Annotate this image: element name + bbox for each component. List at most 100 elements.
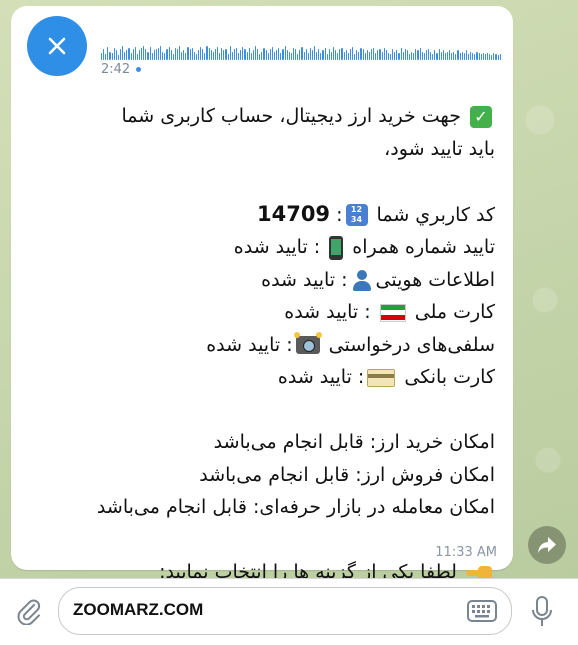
waveform-bar xyxy=(183,50,185,60)
message-line-intro: ✓ جهت خرید ارز دیجیتال، حساب کاربری شما xyxy=(25,100,495,133)
waveform-bar xyxy=(210,50,212,60)
user-id-value: 14709 xyxy=(256,201,331,226)
waveform-bar xyxy=(240,50,242,60)
waveform-bar xyxy=(111,52,113,60)
bank-card-status: : تایید شده xyxy=(277,366,365,388)
waveform-bar xyxy=(326,54,328,60)
waveform-bar xyxy=(299,50,301,60)
waveform-bar xyxy=(478,52,480,60)
waveform-bar xyxy=(290,52,292,60)
waveform-bar xyxy=(316,51,318,60)
waveform-bar xyxy=(132,49,134,60)
waveform-bar xyxy=(394,51,396,60)
waveform-bar xyxy=(181,51,183,60)
waveform-bar xyxy=(155,49,157,60)
waveform-bar xyxy=(244,49,246,60)
waveform-bar xyxy=(138,50,141,60)
waveform-bar xyxy=(206,45,208,60)
selfie-status: : تایید شده xyxy=(206,333,293,356)
waveform-bar xyxy=(347,52,349,60)
waveform-bar xyxy=(176,49,179,60)
waveform-bar xyxy=(474,54,476,60)
national-card-line: کارت ملی : تایید شده xyxy=(25,296,495,329)
waveform-bar xyxy=(145,49,147,60)
phone-status: : تایید شده xyxy=(233,236,321,258)
user-id-line: کد کاربري شما 12 34: 14709 xyxy=(256,201,495,226)
person-icon xyxy=(351,269,373,291)
buy-text: امکان خرید ارز: قابل انجام می‌باشد xyxy=(213,431,495,453)
waveform-bar xyxy=(495,54,497,60)
waveform-bar xyxy=(185,52,187,60)
waveform-bar xyxy=(427,49,430,60)
waveform-bar xyxy=(320,52,322,60)
message-input[interactable]: ZOOMARZ.COM xyxy=(58,587,512,635)
waveform-bar xyxy=(371,49,373,60)
waveform-bar xyxy=(101,52,103,60)
waveform-bar xyxy=(451,52,453,60)
waveform-bar xyxy=(455,54,457,60)
waveform-bar xyxy=(109,51,111,60)
waveform-bar xyxy=(406,50,408,60)
waveform-bar xyxy=(349,49,352,60)
waveform-bar xyxy=(143,45,145,60)
attach-button[interactable] xyxy=(10,592,48,630)
cancel-voice-button[interactable] xyxy=(27,16,87,76)
waveform-bar xyxy=(278,48,280,60)
waveform-bar xyxy=(352,46,354,60)
waveform-bar xyxy=(212,51,214,60)
waveform-bar xyxy=(463,52,465,60)
waveform-bar xyxy=(288,51,290,60)
waveform-bar xyxy=(330,51,333,60)
waveform-bar xyxy=(314,45,316,60)
waveform-bar xyxy=(271,46,273,60)
waveform-bar xyxy=(453,51,455,60)
waveform-bar xyxy=(324,48,326,60)
waveform-bar xyxy=(248,48,250,60)
waveform-bar xyxy=(164,52,166,60)
waveform-bar xyxy=(375,52,377,60)
waveform-bar xyxy=(174,48,176,60)
waveform-bar xyxy=(126,50,128,60)
voice-record-button[interactable] xyxy=(522,592,562,632)
waveform-bar xyxy=(122,45,124,60)
waveform-bar xyxy=(257,49,259,60)
waveform-bar xyxy=(187,46,189,60)
waveform-bar xyxy=(417,50,419,60)
waveform-bar xyxy=(383,48,385,60)
waveform-bar xyxy=(408,54,411,60)
waveform-bar xyxy=(389,54,392,60)
waveform-bar xyxy=(204,52,206,60)
waveform-bar xyxy=(170,50,172,60)
waveform-bar xyxy=(404,49,406,60)
waveform-bar xyxy=(491,55,493,60)
waveform-bar xyxy=(172,54,174,60)
waveform-bar xyxy=(134,46,136,60)
waveform-bar xyxy=(385,50,387,60)
waveform-bar xyxy=(432,54,434,60)
waveform-bar xyxy=(328,49,330,60)
waveform-bar xyxy=(229,45,231,60)
waveform-bar xyxy=(459,52,461,60)
waveform-bar xyxy=(468,54,470,60)
identity-label: اطلاعات هویتی xyxy=(375,268,495,291)
waveform-bar xyxy=(419,48,421,60)
numbers-icon: 12 34 xyxy=(345,204,368,226)
waveform-bar xyxy=(339,49,341,60)
waveform-bar xyxy=(124,51,126,60)
waveform-bar xyxy=(303,51,305,60)
bank-card-label: کارت بانکی xyxy=(404,366,495,388)
waveform-bar xyxy=(162,51,164,60)
voice-waveform[interactable] xyxy=(101,28,501,60)
waveform-bar xyxy=(147,51,149,60)
share-button[interactable] xyxy=(528,526,566,564)
message-line-intro-2: باید تایید شود، xyxy=(25,133,495,166)
waveform-bar xyxy=(354,54,356,60)
waveform-bar xyxy=(379,49,381,60)
keyboard-button[interactable] xyxy=(465,597,499,625)
waveform-bar xyxy=(292,48,295,60)
waveform-bar xyxy=(193,51,195,60)
national-card-label: کارت ملی xyxy=(414,301,495,323)
sell-text: امکان فروش ارز: قابل انجام می‌باشد xyxy=(199,463,495,486)
voice-duration: 2:42 xyxy=(101,62,142,77)
